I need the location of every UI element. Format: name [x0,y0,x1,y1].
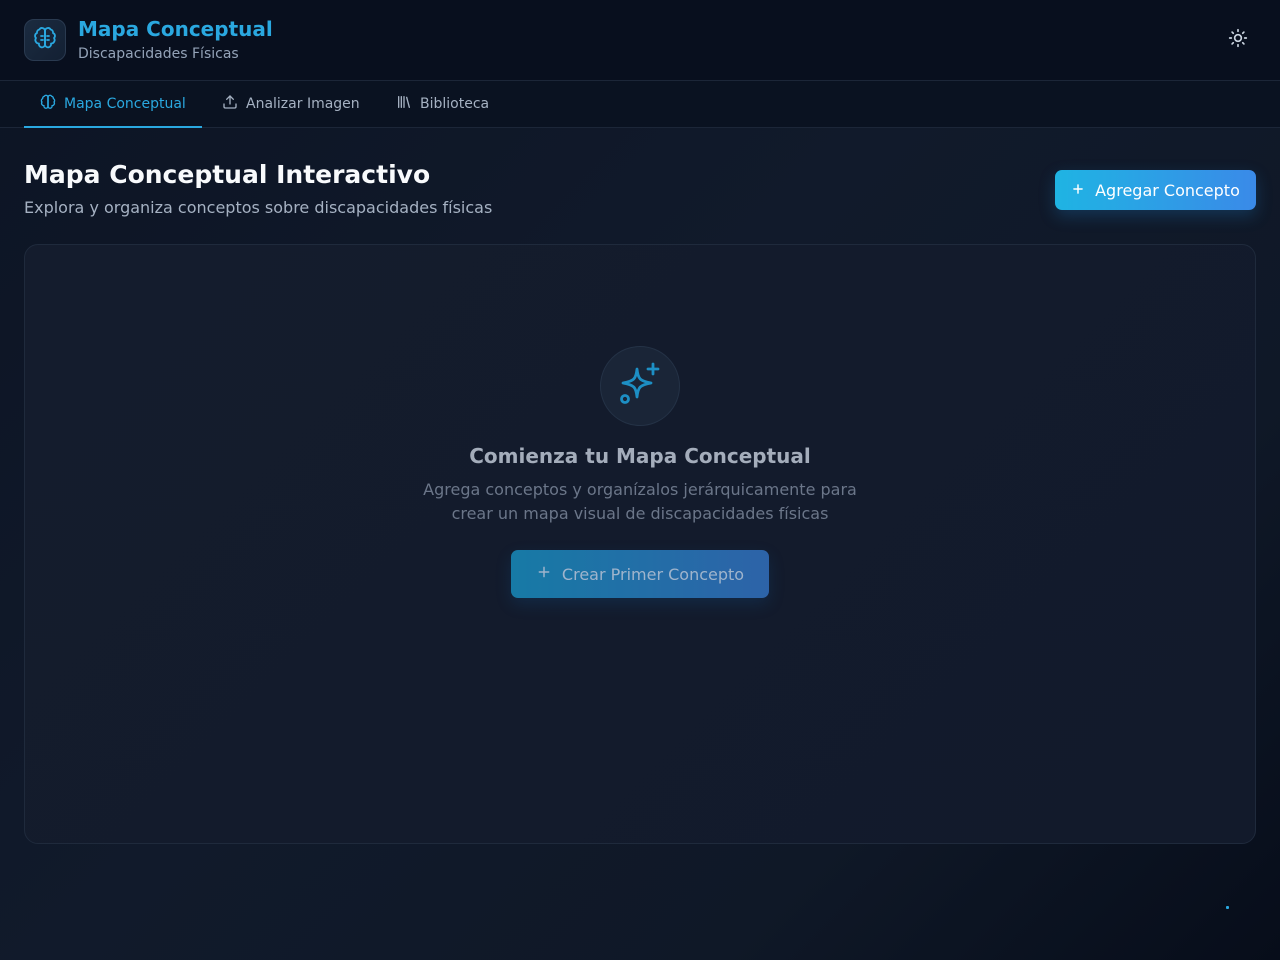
status-dot [1226,906,1229,909]
theme-toggle-button[interactable] [1222,24,1254,56]
empty-state-title: Comienza tu Mapa Conceptual [469,444,811,468]
app-subtitle: Discapacidades Físicas [78,46,239,62]
add-concept-button[interactable]: Agregar Concepto [1055,170,1256,210]
page-subtitle: Explora y organiza conceptos sobre disca… [24,198,493,217]
upload-icon [222,94,238,114]
add-concept-label: Agregar Concepto [1095,180,1240,200]
page-title: Mapa Conceptual Interactivo [24,160,431,189]
tab-label: Analizar Imagen [246,96,360,112]
empty-state-description: Agrega conceptos y organízalos jerárquic… [423,480,857,523]
brain-icon [40,94,56,114]
tab-bar: Mapa Conceptual Analizar Imagen Bibliote… [0,81,1280,128]
app-logo [24,19,66,61]
tab-label: Mapa Conceptual [64,96,186,112]
tab-mapa-conceptual[interactable]: Mapa Conceptual [24,81,202,128]
app-header: Mapa Conceptual Discapacidades Físicas [0,0,1280,81]
tab-label: Biblioteca [420,96,490,112]
app-title: Mapa Conceptual [78,17,273,41]
create-first-concept-button[interactable]: Crear Primer Concepto [511,550,769,598]
sparkles-icon [616,360,664,412]
library-icon [396,94,412,114]
plus-icon [536,564,552,584]
brain-icon [33,26,57,54]
tab-biblioteca[interactable]: Biblioteca [380,81,506,127]
empty-state-icon [600,346,680,426]
concept-map-canvas[interactable] [24,244,1256,844]
create-first-concept-label: Crear Primer Concepto [561,564,745,584]
plus-icon [1071,181,1085,200]
tab-analizar-imagen[interactable]: Analizar Imagen [206,81,376,127]
sun-icon [1228,28,1248,52]
